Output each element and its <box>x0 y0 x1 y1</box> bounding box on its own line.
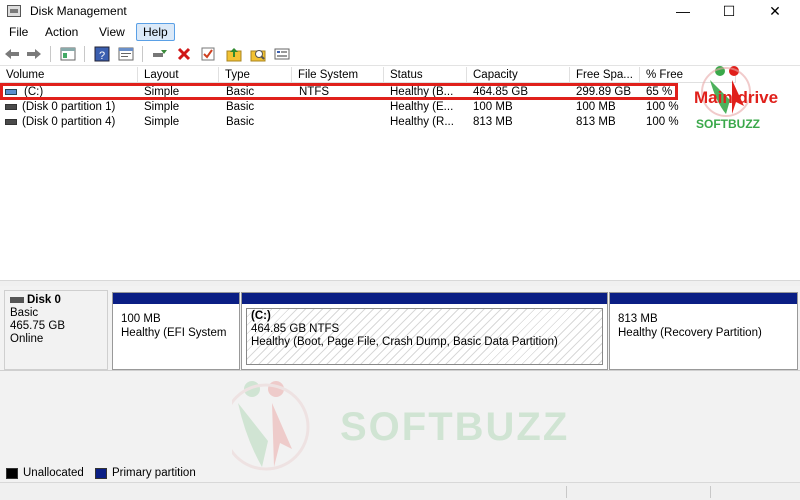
col-layout[interactable]: Layout <box>138 67 219 83</box>
cell-layout: Simple <box>144 116 180 128</box>
partition-bar <box>610 293 797 304</box>
minimize-button[interactable]: — <box>660 0 706 22</box>
disk-size: 465.75 GB <box>10 320 65 332</box>
legend-primary: Primary partition <box>112 467 196 479</box>
cell-volume: (Disk 0 partition 1) <box>22 101 116 113</box>
menu-action[interactable]: Action <box>43 25 80 39</box>
cell-free-space: 100 MB <box>576 101 616 113</box>
disk-0-info[interactable]: Disk 0 Basic 465.75 GB Online <box>4 290 108 370</box>
table-row[interactable]: (Disk 0 partition 4) Simple Basic Health… <box>0 115 800 130</box>
main-drive-highlight <box>0 83 678 100</box>
close-button[interactable]: ✕ <box>752 0 798 22</box>
partition-status: Healthy (Recovery Partition) <box>618 327 762 339</box>
forward-icon[interactable] <box>26 46 42 62</box>
legend-unallocated: Unallocated <box>23 467 84 479</box>
svg-text:?: ? <box>99 50 105 62</box>
partition-c-drive[interactable]: (C:) 464.85 GB NTFS Healthy (Boot, Page … <box>241 292 608 370</box>
menu-bar: File Action View Help <box>0 22 800 42</box>
primary-swatch <box>95 468 107 479</box>
checklist-icon[interactable] <box>200 46 216 62</box>
toolbar: ? <box>0 42 800 66</box>
help-icon[interactable]: ? <box>94 46 110 62</box>
title-bar: Disk Management — ☐ ✕ <box>0 0 800 22</box>
softbuzz-logo-small: Main drive SOFTBUZZ <box>692 62 800 132</box>
cell-status: Healthy (R... <box>390 116 454 128</box>
connect-icon[interactable] <box>152 46 168 62</box>
table-row[interactable]: (Disk 0 partition 1) Simple Basic Health… <box>0 100 800 115</box>
cell-free-space: 813 MB <box>576 116 616 128</box>
cell-volume: (Disk 0 partition 4) <box>22 116 116 128</box>
window-title: Disk Management <box>30 4 127 18</box>
cell-layout: Simple <box>144 101 180 113</box>
cell-type: Basic <box>226 116 255 128</box>
maximize-button[interactable]: ☐ <box>706 0 752 22</box>
partition-body: 100 MB Healthy (EFI System <box>117 308 235 365</box>
menu-view[interactable]: View <box>97 25 127 39</box>
softbuzz-watermark: SOFTBUZZ <box>222 375 572 475</box>
cell-type: Basic <box>226 101 255 113</box>
cell-capacity: 100 MB <box>473 101 513 113</box>
partition-title: (C:) <box>251 310 271 322</box>
settings-panel-icon[interactable] <box>274 46 290 62</box>
unallocated-swatch <box>6 468 18 479</box>
cell-capacity: 813 MB <box>473 116 513 128</box>
col-capacity[interactable]: Capacity <box>467 67 570 83</box>
partition-recovery[interactable]: 813 MB Healthy (Recovery Partition) <box>609 292 798 370</box>
disk-icon <box>10 296 24 303</box>
cell-status: Healthy (E... <box>390 101 454 113</box>
partition-size: 813 MB <box>618 313 658 325</box>
partition-body: (C:) 464.85 GB NTFS Healthy (Boot, Page … <box>246 308 603 365</box>
volume-icon <box>5 104 17 110</box>
cell-percent-free: 100 % <box>646 116 679 128</box>
col-volume[interactable]: Volume <box>0 67 138 83</box>
volume-icon <box>5 119 17 125</box>
partition-status: Healthy (Boot, Page File, Crash Dump, Ba… <box>251 336 558 348</box>
console-tree-icon[interactable] <box>60 46 76 62</box>
col-status[interactable]: Status <box>384 67 467 83</box>
folder-up-icon[interactable] <box>226 46 242 62</box>
volume-list: Volume Layout Type File System Status Ca… <box>0 67 800 280</box>
search-folder-icon[interactable] <box>250 46 266 62</box>
delete-icon[interactable] <box>176 46 192 62</box>
partition-size: 464.85 GB NTFS <box>251 323 340 335</box>
partition-bar <box>113 293 239 304</box>
col-free-space[interactable]: Free Spa... <box>570 67 640 83</box>
partition-efi[interactable]: 100 MB Healthy (EFI System <box>112 292 240 370</box>
legend: Unallocated Primary partition <box>0 465 800 481</box>
main-drive-label: Main drive <box>694 88 779 107</box>
col-type[interactable]: Type <box>219 67 292 83</box>
cell-percent-free: 100 % <box>646 101 679 113</box>
partition-bar <box>242 293 607 304</box>
menu-help[interactable]: Help <box>136 23 175 41</box>
back-icon[interactable] <box>4 46 20 62</box>
softbuzz-label: SOFTBUZZ <box>696 117 760 131</box>
watermark-text: SOFTBUZZ <box>340 405 570 449</box>
col-file-system[interactable]: File System <box>292 67 384 83</box>
partition-body: 813 MB Healthy (Recovery Partition) <box>614 308 793 365</box>
disk-management-icon <box>7 5 21 17</box>
properties-icon[interactable] <box>118 46 134 62</box>
partition-size: 100 MB <box>121 313 161 325</box>
status-bar <box>0 482 800 500</box>
disk-state: Online <box>10 333 44 345</box>
disk-row-divider <box>0 370 800 371</box>
menu-file[interactable]: File <box>7 25 30 39</box>
disk-type: Basic <box>10 307 39 319</box>
disk-name: Disk 0 <box>27 294 61 306</box>
partition-status: Healthy (EFI System <box>121 327 227 339</box>
